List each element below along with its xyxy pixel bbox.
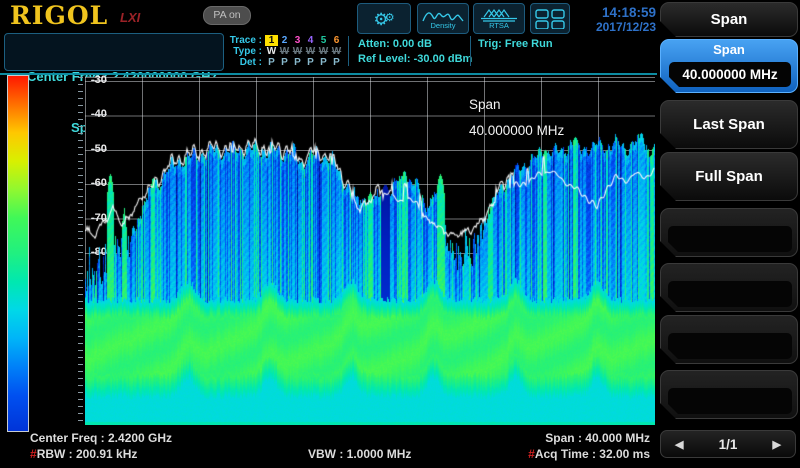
status-center-freq: Center Freq : 2.4200 GHz (30, 431, 172, 445)
trace-cell[interactable]: P (265, 57, 278, 68)
trace-cell[interactable]: W (330, 46, 343, 57)
rigol-logo: RIGOL (10, 1, 108, 30)
rtsa-label: RTSA (489, 22, 509, 30)
rigol-rtsa-screen: RIGOL LXI PA on ⚙⚙ Density RTSA 14:18:59… (0, 0, 800, 468)
trace-cell[interactable]: 1 (265, 35, 278, 46)
blank-softkey[interactable] (660, 208, 798, 257)
density-view-button[interactable]: Density (417, 3, 469, 34)
header-divider (348, 36, 349, 66)
header-divider (470, 36, 471, 66)
trace-cell[interactable]: W (304, 46, 317, 57)
span-softkey-active[interactable]: Span 40.000000 MHz (660, 39, 798, 93)
blank-softkey-slot (668, 333, 792, 359)
density-colorbar (7, 75, 29, 432)
density-label: Density (430, 22, 455, 30)
full-span-label: Full Span (695, 168, 763, 185)
rtsa-view-button[interactable]: RTSA (473, 3, 525, 34)
span-overlay: Span 40.000000 MHz (469, 92, 564, 144)
full-span-softkey[interactable]: Full Span (660, 152, 798, 201)
softkey-menu: Span Span 40.000000 MHz Last Span Full S… (658, 0, 800, 468)
acq-coupled-marker: # (528, 447, 535, 461)
spectrum-display: -30-40-50-60-70-80 Span 40.000000 MHz (85, 77, 655, 425)
trace-table: Trace :123456Type :WWWWWWDet :PPPPPP (222, 35, 343, 68)
lxi-logo: LXI (120, 10, 140, 25)
status-acq-time: #Acq Time : 32.00 ms (420, 447, 650, 461)
trace-cell[interactable]: W (317, 46, 330, 57)
trig-readout: Trig: Free Run (478, 37, 553, 52)
last-span-label: Last Span (693, 116, 765, 133)
trace-cell[interactable]: P (304, 57, 317, 68)
gear-icon: ⚙⚙ (373, 10, 394, 28)
density-canvas (85, 77, 655, 425)
status-span: Span : 40.000 MHz (420, 431, 650, 445)
trace-row-label: Det : (222, 57, 262, 68)
blank-softkey[interactable] (660, 263, 798, 312)
atten-readout: Atten: 0.00 dB (358, 37, 472, 52)
density-waveform-icon (422, 8, 464, 22)
blank-softkey-slot (668, 388, 792, 414)
page-next-arrow[interactable]: ▶ (773, 438, 781, 451)
trace-cell[interactable]: P (317, 57, 330, 68)
trigger-settings: Trig: Free Run (478, 37, 553, 52)
trace-row-label: Type : (222, 46, 262, 57)
layout-button[interactable] (530, 3, 570, 34)
amplitude-axis-ticks (78, 77, 83, 425)
trace-cell[interactable]: P (291, 57, 304, 68)
trace-cell[interactable]: 3 (291, 35, 304, 46)
time-text: 14:18:59 (570, 5, 656, 20)
trace-cell[interactable]: P (330, 57, 343, 68)
trace-cell[interactable]: P (278, 57, 291, 68)
trace-cell[interactable]: W (291, 46, 304, 57)
blank-softkey-slot (668, 281, 792, 307)
blank-softkey-slot (668, 226, 792, 252)
pa-on-badge: PA on (203, 6, 251, 25)
clock: 14:18:59 2017/12/23 (570, 5, 656, 34)
trace-row-label: Trace : (222, 35, 262, 46)
amplitude-settings: Atten: 0.00 dB Ref Level: -30.00 dBm (358, 37, 472, 67)
rtsa-waveform-icon (478, 8, 520, 22)
page-indicator: 1/1 (719, 437, 738, 452)
acq-text: Acq Time : 32.00 ms (535, 447, 650, 461)
blank-softkey[interactable] (660, 315, 798, 364)
span-overlay-value: 40.000000 MHz (469, 118, 564, 144)
trace-cell[interactable]: 4 (304, 35, 317, 46)
trace-cell[interactable]: 2 (278, 35, 291, 46)
frequency-info-box: Center Freq : 2.420000000 GHz Span : 40.… (4, 33, 224, 71)
rbw-coupled-marker: # (30, 447, 37, 461)
page-prev-arrow[interactable]: ◀ (675, 438, 683, 451)
rbw-text: RBW : 200.91 kHz (37, 447, 138, 461)
settings-button[interactable]: ⚙⚙ (357, 3, 411, 34)
ref-level-readout: Ref Level: -30.00 dBm (358, 52, 472, 67)
last-span-softkey[interactable]: Last Span (660, 100, 798, 149)
span-softkey-label: Span (661, 40, 797, 60)
menu-title-label: Span (711, 11, 748, 28)
trace-cell[interactable]: W (278, 46, 291, 57)
trace-cell[interactable]: 6 (330, 35, 343, 46)
span-overlay-label: Span (469, 92, 564, 118)
status-vbw: VBW : 1.0000 MHz (308, 447, 411, 461)
date-text: 2017/12/23 (570, 20, 656, 34)
menu-pager: ◀ 1/1 ▶ (660, 430, 796, 458)
blank-softkey[interactable] (660, 370, 798, 419)
menu-title-span: Span (660, 2, 798, 37)
trace-cell[interactable]: 5 (317, 35, 330, 46)
trace-cell[interactable]: W (265, 46, 278, 57)
status-rbw: #RBW : 200.91 kHz (30, 447, 137, 461)
window-grid-icon (535, 9, 565, 29)
span-value-field[interactable]: 40.000000 MHz (669, 62, 791, 87)
